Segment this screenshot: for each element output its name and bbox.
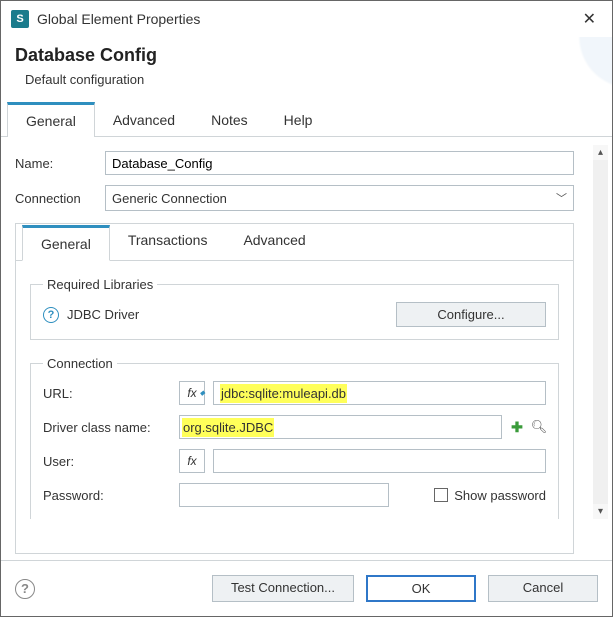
close-icon[interactable]: ✕: [577, 7, 602, 31]
inner-panel: General Transactions Advanced Required L…: [15, 223, 574, 554]
user-label: User:: [43, 454, 171, 469]
inner-tabstrip: General Transactions Advanced: [16, 224, 573, 261]
required-libraries-group: Required Libraries ? JDBC Driver Configu…: [30, 277, 559, 340]
fx-button-url[interactable]: fx◆: [179, 381, 205, 405]
dialog-footer: ? Test Connection... OK Cancel: [1, 560, 612, 616]
user-input-wrapper: [213, 449, 546, 473]
password-input-wrapper: [179, 483, 389, 507]
ok-button[interactable]: OK: [366, 575, 476, 602]
password-label: Password:: [43, 488, 171, 503]
show-password-checkbox[interactable]: [434, 488, 448, 502]
connection-label: Connection: [15, 191, 97, 206]
driver-class-input[interactable]: org.sqlite.JDBC: [182, 418, 274, 437]
title-bar: S Global Element Properties ✕: [1, 1, 612, 35]
dialog-heading: Database Config: [1, 35, 612, 68]
name-label: Name:: [15, 156, 97, 171]
tab-help[interactable]: Help: [266, 101, 331, 136]
cancel-button[interactable]: Cancel: [488, 575, 598, 602]
fx-button-user[interactable]: fx: [179, 449, 205, 473]
connection-group: Connection URL: fx◆ jdbc:sqlite:muleapi.…: [30, 356, 559, 519]
connection-legend: Connection: [43, 356, 117, 371]
connection-select[interactable]: Generic Connection ﹀: [105, 185, 574, 211]
app-icon: S: [11, 10, 29, 28]
help-icon[interactable]: ?: [43, 307, 59, 323]
configure-button[interactable]: Configure...: [396, 302, 546, 327]
jdbc-driver-label: JDBC Driver: [67, 307, 139, 322]
search-icon[interactable]: 🔍︎: [532, 420, 546, 434]
window-title: Global Element Properties: [37, 11, 200, 27]
url-input-wrapper: jdbc:sqlite:muleapi.db: [213, 381, 546, 405]
connection-value: Generic Connection: [112, 191, 227, 206]
scrollbar[interactable]: ▴ ▾: [593, 145, 608, 519]
url-label: URL:: [43, 386, 171, 401]
inner-tab-advanced[interactable]: Advanced: [225, 224, 323, 260]
footer-help-icon[interactable]: ?: [15, 579, 35, 599]
tab-notes[interactable]: Notes: [193, 101, 266, 136]
user-input[interactable]: [216, 451, 543, 471]
body-area: ▴ ▾ Name: Connection Generic Connection …: [1, 137, 612, 527]
scroll-down-icon[interactable]: ▾: [593, 504, 608, 519]
url-input[interactable]: jdbc:sqlite:muleapi.db: [220, 384, 347, 403]
driver-class-label: Driver class name:: [43, 420, 171, 435]
chevron-down-icon: ﹀: [556, 190, 567, 206]
add-icon[interactable]: ✚: [510, 420, 524, 434]
name-input[interactable]: [105, 151, 574, 175]
main-tabstrip: General Advanced Notes Help: [1, 101, 612, 137]
inner-tab-transactions[interactable]: Transactions: [110, 224, 226, 260]
test-connection-button[interactable]: Test Connection...: [212, 575, 354, 602]
fx-badge-icon: ◆: [200, 383, 205, 405]
tab-general[interactable]: General: [7, 102, 95, 137]
scroll-up-icon[interactable]: ▴: [593, 145, 608, 160]
required-libraries-legend: Required Libraries: [43, 277, 157, 292]
show-password-label: Show password: [454, 488, 546, 503]
dialog-subheading: Default configuration: [1, 68, 612, 101]
tab-advanced[interactable]: Advanced: [95, 101, 193, 136]
driver-class-input-wrapper: org.sqlite.JDBC: [179, 415, 502, 439]
password-input[interactable]: [182, 485, 386, 505]
inner-tab-general[interactable]: General: [22, 225, 110, 261]
